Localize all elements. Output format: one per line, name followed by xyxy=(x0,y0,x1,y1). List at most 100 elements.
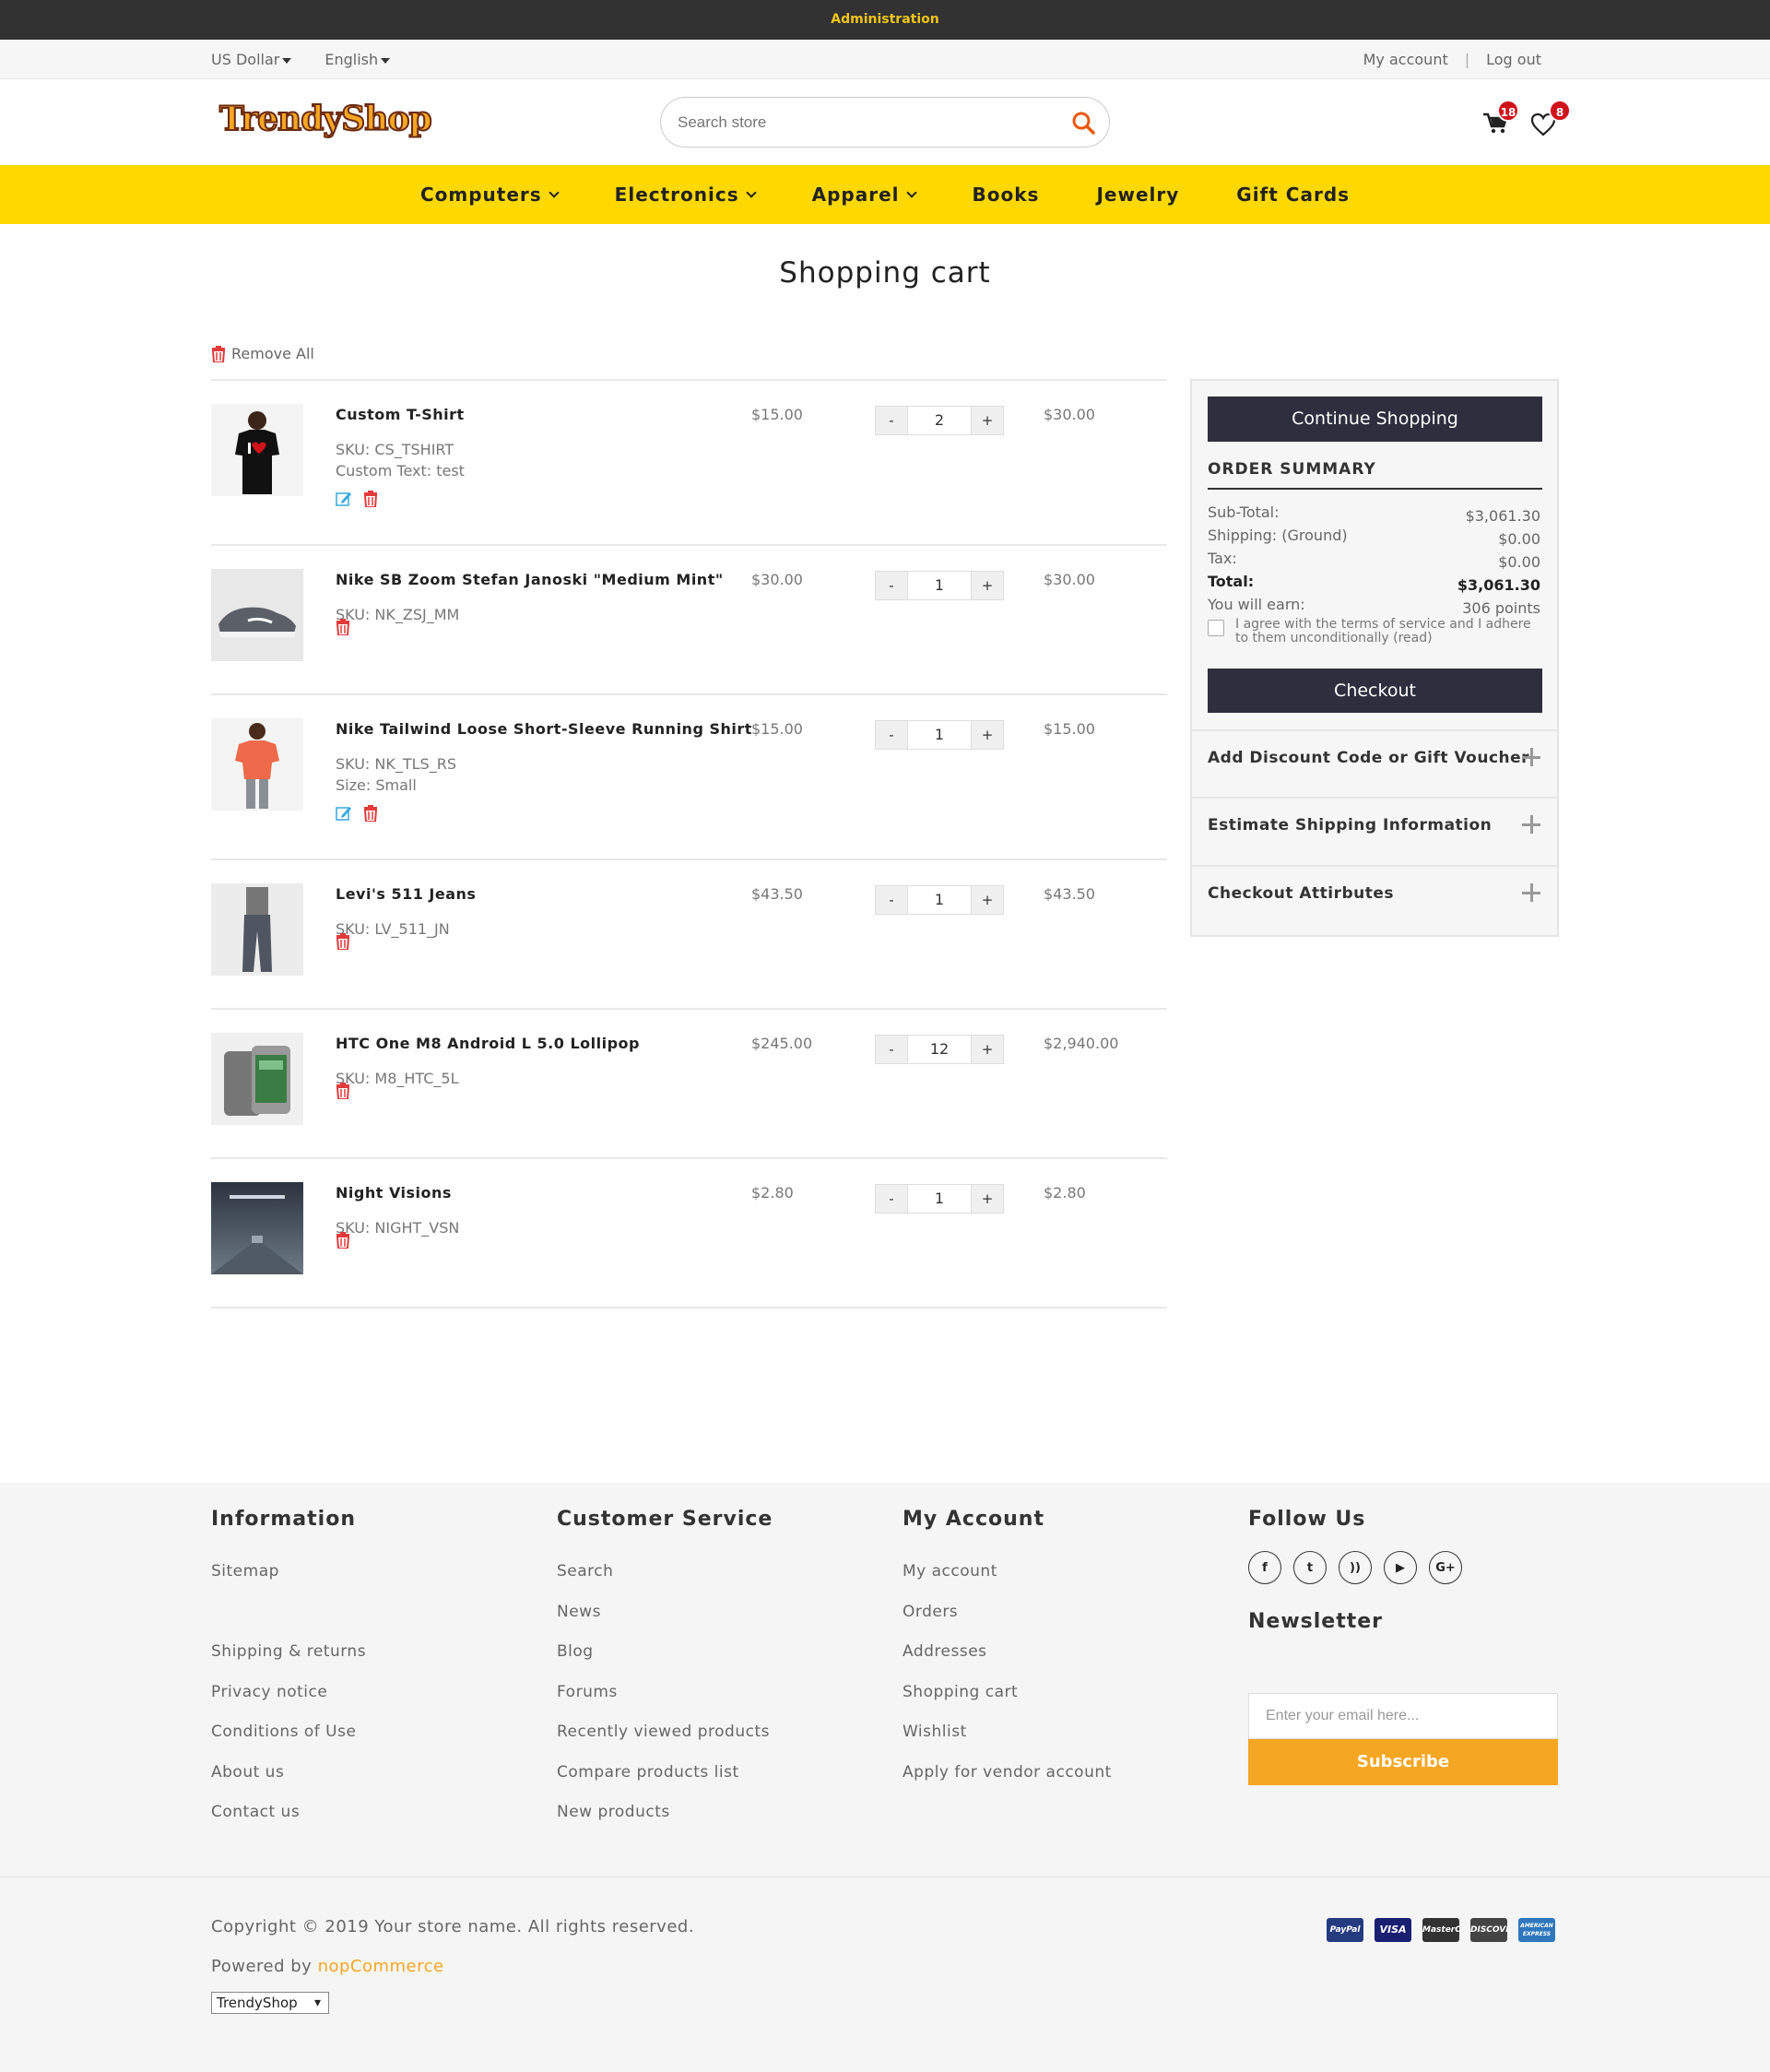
quantity-input[interactable]: 1 xyxy=(907,721,972,749)
footer-link[interactable]: Compare products list xyxy=(557,1763,773,1804)
decrease-qty-button[interactable]: - xyxy=(876,1185,907,1213)
increase-qty-button[interactable]: + xyxy=(972,572,1003,599)
decrease-qty-button[interactable]: - xyxy=(876,572,907,599)
product-name-link[interactable]: Nike Tailwind Loose Short-Sleeve Running… xyxy=(336,720,752,738)
tax-row: Tax: $0.00 xyxy=(1208,550,1540,571)
search-input[interactable] xyxy=(678,111,1046,135)
visa-card-icon: VISA xyxy=(1375,1918,1411,1942)
store-select[interactable]: TrendyShop xyxy=(211,1992,329,2014)
nav-item-books[interactable]: Books xyxy=(944,184,1068,206)
checkout-attributes-accordion[interactable]: Checkout Attirbutes xyxy=(1192,865,1557,935)
footer-link[interactable]: My account xyxy=(903,1562,1112,1603)
footer-link[interactable]: Recently viewed products xyxy=(557,1723,773,1763)
footer-link[interactable]: Blog xyxy=(557,1642,773,1683)
nav-item-gift-cards[interactable]: Gift Cards xyxy=(1208,184,1378,206)
decrease-qty-button[interactable]: - xyxy=(876,886,907,914)
twitter-icon[interactable]: t xyxy=(1293,1551,1327,1584)
cart-row: Levi's 511 Jeans SKU: LV_511_JN $43.50 -1 + $… xyxy=(211,858,1167,1008)
language-select[interactable]: English xyxy=(324,40,391,79)
quantity-input[interactable]: 12 xyxy=(907,1036,972,1063)
my-account-link[interactable]: My account xyxy=(1363,40,1448,79)
edit-icon[interactable] xyxy=(336,491,352,511)
product-attributes: SKU: CS_TSHIRT Custom Text: test xyxy=(336,439,465,481)
search-icon[interactable] xyxy=(1070,110,1096,136)
trash-icon[interactable] xyxy=(336,619,350,639)
increase-qty-button[interactable]: + xyxy=(972,1036,1003,1063)
shoe-image[interactable] xyxy=(211,569,303,661)
quantity-stepper: -12 + xyxy=(875,1035,1004,1064)
trash-icon[interactable] xyxy=(336,933,350,953)
increase-qty-button[interactable]: + xyxy=(972,886,1003,914)
admin-bar[interactable]: Administration xyxy=(0,0,1770,40)
footer-link[interactable]: News xyxy=(557,1603,773,1643)
google-plus-icon[interactable]: G+ xyxy=(1429,1551,1462,1584)
remove-all-button[interactable]: Remove All xyxy=(211,345,314,362)
footer-link[interactable]: Orders xyxy=(903,1603,1112,1643)
trash-icon[interactable] xyxy=(363,805,378,825)
quantity-input[interactable]: 1 xyxy=(907,572,972,599)
continue-shopping-button[interactable]: Continue Shopping xyxy=(1208,397,1542,442)
increase-qty-button[interactable]: + xyxy=(972,721,1003,749)
footer-link[interactable]: Wishlist xyxy=(903,1723,1112,1763)
footer-link[interactable]: Contact us xyxy=(211,1803,366,1843)
product-sku: SKU: LV_511_JN xyxy=(336,920,450,938)
trash-icon[interactable] xyxy=(336,1232,350,1252)
footer-link[interactable]: Search xyxy=(557,1562,773,1603)
estimate-shipping-accordion[interactable]: Estimate Shipping Information xyxy=(1192,797,1557,852)
nopcommerce-link[interactable]: nopCommerce xyxy=(318,1957,444,1976)
checkout-button[interactable]: Checkout xyxy=(1208,669,1542,713)
logo[interactable]: TrendyShop xyxy=(218,99,433,139)
admin-link[interactable]: Administration xyxy=(831,12,938,27)
nav-item-apparel[interactable]: Apparel xyxy=(784,184,944,206)
increase-qty-button[interactable]: + xyxy=(972,1185,1003,1213)
footer-link[interactable]: Shipping & returns xyxy=(211,1642,366,1683)
logout-link[interactable]: Log out xyxy=(1486,40,1541,79)
jeans-image[interactable] xyxy=(211,883,303,976)
discount-code-accordion[interactable]: Add Discount Code or Gift Voucher xyxy=(1192,729,1557,785)
product-name-link[interactable]: Levi's 511 Jeans xyxy=(336,885,476,903)
footer-link[interactable]: New products xyxy=(557,1803,773,1843)
running-shirt-image[interactable] xyxy=(211,718,303,811)
footer-link[interactable]: Forums xyxy=(557,1683,773,1723)
decrease-qty-button[interactable]: - xyxy=(876,1036,907,1063)
rss-icon[interactable]: )) xyxy=(1339,1551,1372,1584)
newsletter-email-input[interactable]: Enter your email here... xyxy=(1248,1693,1558,1739)
nav-item-electronics[interactable]: Electronics xyxy=(586,184,784,206)
footer-link xyxy=(211,1603,366,1643)
tshirt-image[interactable] xyxy=(211,404,303,496)
product-name-link[interactable]: Night Visions xyxy=(336,1184,452,1202)
footer-link[interactable]: Sitemap xyxy=(211,1562,366,1603)
product-attribute: Size: Small xyxy=(336,776,417,794)
quantity-input[interactable]: 1 xyxy=(907,886,972,914)
footer-link[interactable]: Conditions of Use xyxy=(211,1723,366,1763)
subscribe-button[interactable]: Subscribe xyxy=(1248,1739,1558,1785)
copyright-text: Copyright © 2019 Your store name. All ri… xyxy=(211,1917,695,1936)
album-image[interactable] xyxy=(211,1182,303,1274)
trash-icon[interactable] xyxy=(363,491,378,511)
terms-checkbox[interactable] xyxy=(1208,620,1224,636)
increase-qty-button[interactable]: + xyxy=(972,407,1003,434)
product-name-link[interactable]: Nike SB Zoom Stefan Janoski "Medium Mint… xyxy=(336,571,724,588)
nav-item-jewelry[interactable]: Jewelry xyxy=(1068,184,1208,206)
quantity-input[interactable]: 2 xyxy=(907,407,972,434)
youtube-icon[interactable]: ▶ xyxy=(1384,1551,1417,1584)
decrease-qty-button[interactable]: - xyxy=(876,407,907,434)
wishlist-count-badge: 8 xyxy=(1549,100,1571,122)
footer-link[interactable]: About us xyxy=(211,1763,366,1804)
footer-link[interactable]: Apply for vendor account xyxy=(903,1763,1112,1804)
cart-row: Nike Tailwind Loose Short-Sleeve Running… xyxy=(211,693,1167,858)
phone-image[interactable] xyxy=(211,1033,303,1125)
currency-select[interactable]: US Dollar xyxy=(211,40,292,79)
product-name-link[interactable]: HTC One M8 Android L 5.0 Lollipop xyxy=(336,1035,640,1052)
edit-icon[interactable] xyxy=(336,805,352,825)
product-name-link[interactable]: Custom T-Shirt xyxy=(336,406,465,423)
quantity-input[interactable]: 1 xyxy=(907,1185,972,1213)
footer-link[interactable]: Shopping cart xyxy=(903,1683,1112,1723)
trash-icon[interactable] xyxy=(336,1083,350,1103)
footer-link[interactable]: Privacy notice xyxy=(211,1683,366,1723)
quantity-stepper: -1 + xyxy=(875,571,1004,600)
nav-item-computers[interactable]: Computers xyxy=(392,184,586,206)
decrease-qty-button[interactable]: - xyxy=(876,721,907,749)
facebook-icon[interactable]: f xyxy=(1248,1551,1281,1584)
footer-link[interactable]: Addresses xyxy=(903,1642,1112,1683)
